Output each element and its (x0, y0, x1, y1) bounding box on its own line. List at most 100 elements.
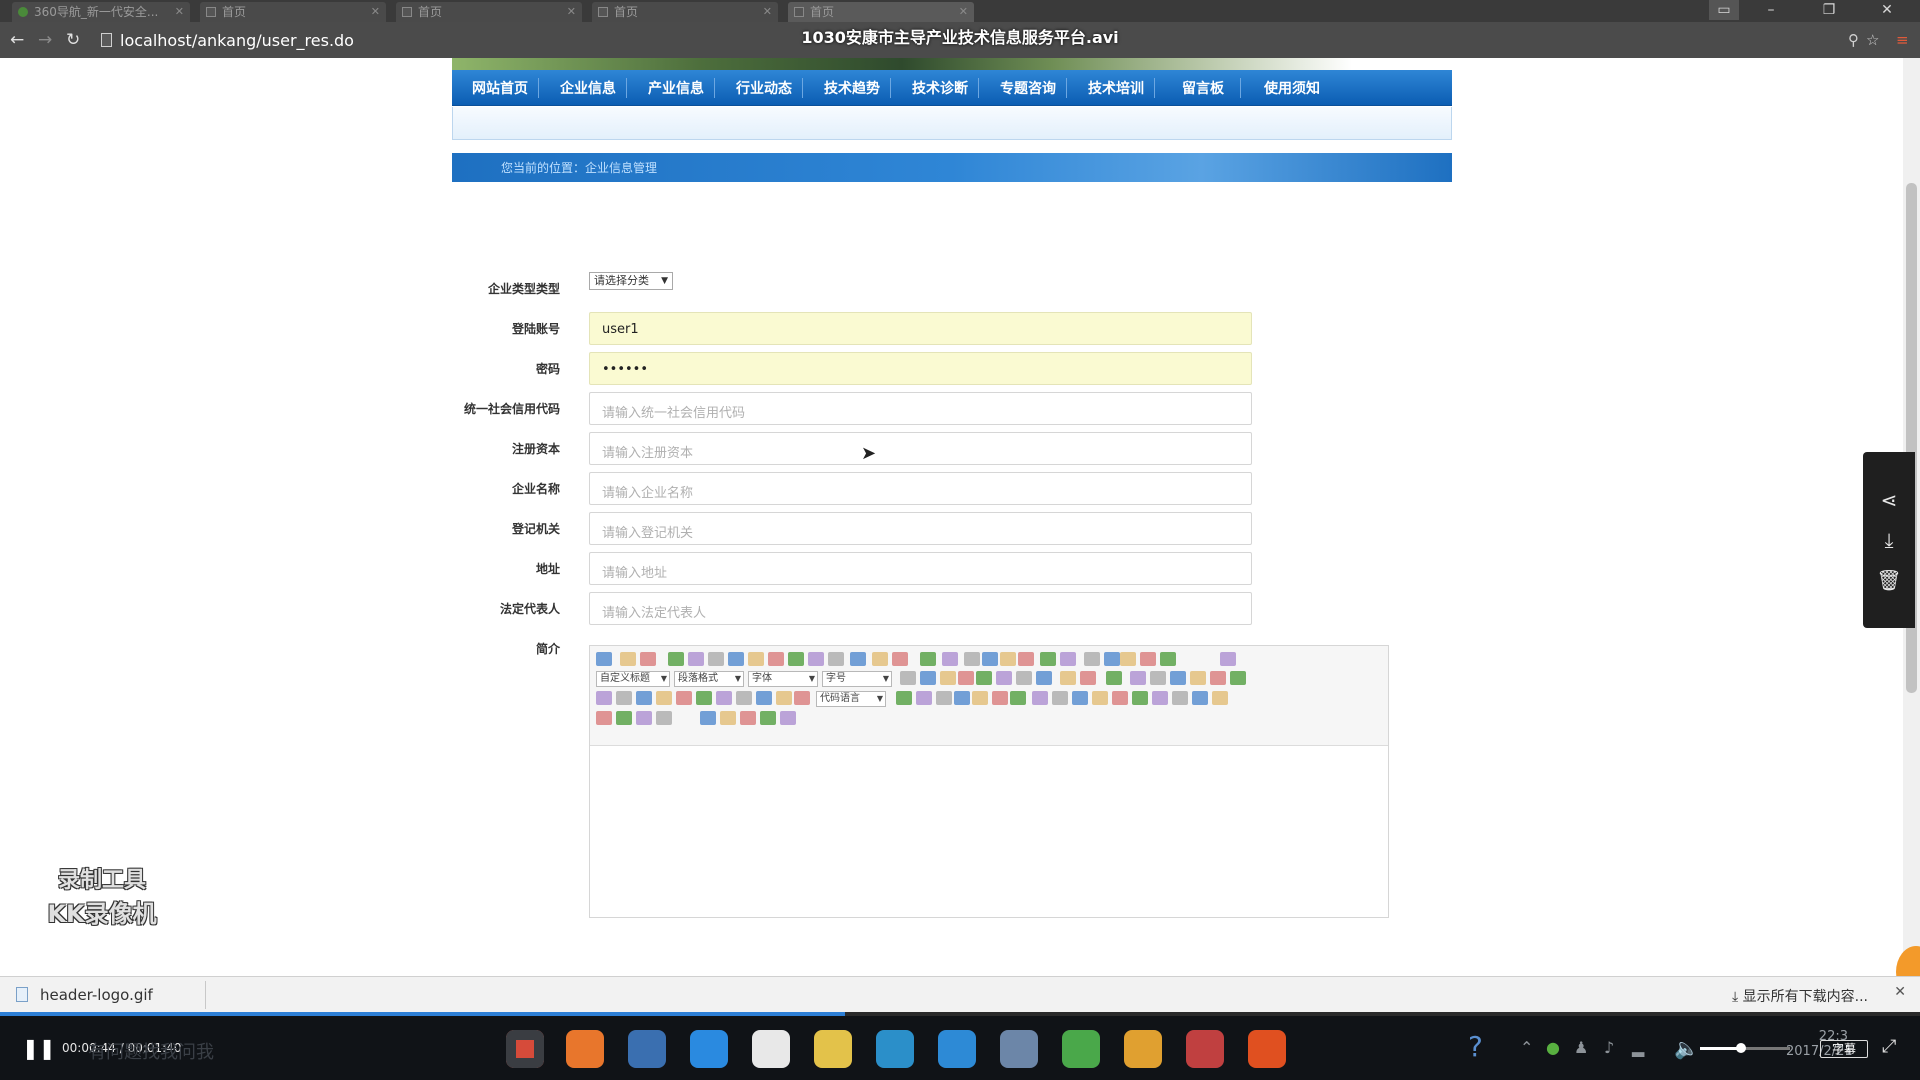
editor-toolbar-button-icon[interactable] (1210, 671, 1226, 685)
w-icon[interactable] (938, 1030, 976, 1068)
editor-toolbar-button-icon[interactable] (720, 711, 736, 725)
editor-toolbar-button-icon[interactable] (696, 691, 712, 705)
editor-toolbar-button-icon[interactable] (616, 711, 632, 725)
type-select[interactable]: 请选择分类 ▼ (589, 272, 673, 290)
close-tab-icon[interactable]: ✕ (371, 2, 380, 22)
registration-authority-input[interactable]: 请输入登记机关 (589, 512, 1252, 545)
font-select[interactable]: 字体 ▼ (748, 671, 818, 687)
editor-toolbar-button-icon[interactable] (1016, 671, 1032, 685)
editor-toolbar-button-icon[interactable] (1040, 652, 1056, 666)
address-input[interactable]: 请输入地址 (589, 552, 1252, 585)
chrome-icon[interactable] (506, 1030, 544, 1068)
editor-toolbar-button-icon[interactable] (958, 671, 974, 685)
editor-toolbar-button-icon[interactable] (656, 711, 672, 725)
editor-toolbar-button-icon[interactable] (1080, 671, 1096, 685)
code-icon[interactable] (1000, 1030, 1038, 1068)
editor-toolbar-button-icon[interactable] (892, 652, 908, 666)
editor-toolbar-button-icon[interactable] (940, 671, 956, 685)
book-icon[interactable] (1186, 1030, 1224, 1068)
browser-tab[interactable]: 首页 ✕ (200, 2, 386, 22)
tray-security-icon[interactable]: ● (1546, 1038, 1560, 1057)
company-name-input[interactable]: 请输入企业名称 (589, 472, 1252, 505)
nav-item-industry[interactable]: 产业信息 (648, 78, 704, 98)
editor-toolbar-button-icon[interactable] (808, 652, 824, 666)
editor-toolbar-button-icon[interactable] (776, 691, 792, 705)
editor-toolbar-button-icon[interactable] (1060, 652, 1076, 666)
editor-toolbar-button-icon[interactable] (760, 711, 776, 725)
tray-network-icon[interactable]: ▂ (1632, 1038, 1644, 1057)
editor-toolbar-button-icon[interactable] (1120, 652, 1136, 666)
editor-toolbar-button-icon[interactable] (1052, 691, 1068, 705)
show-all-downloads-link[interactable]: ⤓ 显示所有下载内容... (1732, 986, 1868, 1006)
share-icon[interactable]: ⋖ (1863, 480, 1915, 520)
browser-tab[interactable]: 首页 ✕ (396, 2, 582, 22)
editor-toolbar-button-icon[interactable] (920, 671, 936, 685)
editor-toolbar-button-icon[interactable] (768, 652, 784, 666)
download-item[interactable]: header-logo.gif (6, 981, 206, 1009)
code-language-select[interactable]: 代码语言 ▼ (816, 691, 886, 707)
editor-toolbar-button-icon[interactable] (896, 691, 912, 705)
editor-toolbar-button-icon[interactable] (620, 652, 636, 666)
password-input[interactable]: •••••• (589, 352, 1252, 385)
editor-toolbar-button-icon[interactable] (942, 652, 958, 666)
editor-toolbar-button-icon[interactable] (794, 691, 810, 705)
nav-item-home[interactable]: 网站首页 (472, 78, 528, 98)
nav-item-training[interactable]: 技术培训 (1088, 78, 1144, 98)
store-icon[interactable] (752, 1030, 790, 1068)
nav-item-trends[interactable]: 技术趋势 (824, 78, 880, 98)
editor-toolbar-button-icon[interactable] (1132, 691, 1148, 705)
custom-title-select[interactable]: 自定义标题 ▼ (596, 671, 670, 687)
paragraph-select[interactable]: 段落格式 ▼ (674, 671, 744, 687)
editor-toolbar-button-icon[interactable] (828, 652, 844, 666)
nav-item-news[interactable]: 行业动态 (736, 78, 792, 98)
editor-toolbar-button-icon[interactable] (1010, 691, 1026, 705)
close-tab-icon[interactable]: ✕ (567, 2, 576, 22)
editor-toolbar-button-icon[interactable] (954, 691, 970, 705)
editor-toolbar-button-icon[interactable] (1000, 652, 1016, 666)
editor-toolbar-button-icon[interactable] (728, 652, 744, 666)
editor-toolbar-button-icon[interactable] (708, 652, 724, 666)
volume-slider[interactable] (1700, 1043, 1790, 1053)
editor-toolbar-button-icon[interactable] (596, 652, 612, 666)
editor-toolbar-button-icon[interactable] (676, 691, 692, 705)
close-tab-icon[interactable]: ✕ (959, 2, 968, 22)
browser-icon[interactable] (628, 1030, 666, 1068)
help-icon[interactable]: ? (1468, 1030, 1483, 1063)
tray-up-icon[interactable]: ⌃ (1520, 1038, 1533, 1057)
editor-toolbar-button-icon[interactable] (1190, 671, 1206, 685)
delete-icon[interactable]: 🗑 (1863, 560, 1915, 600)
editor-toolbar-button-icon[interactable] (756, 691, 772, 705)
capital-input[interactable]: 请输入注册资本 (589, 432, 1252, 465)
editor-toolbar-button-icon[interactable] (1072, 691, 1088, 705)
editor-toolbar-button-icon[interactable] (636, 711, 652, 725)
editor-toolbar-button-icon[interactable] (1192, 691, 1208, 705)
close-tab-icon[interactable]: ✕ (175, 2, 184, 22)
editor-toolbar-button-icon[interactable] (972, 691, 988, 705)
editor-toolbar-button-icon[interactable] (780, 711, 796, 725)
leaf-icon[interactable] (1062, 1030, 1100, 1068)
editor-toolbar-button-icon[interactable] (916, 691, 932, 705)
editor-toolbar-button-icon[interactable] (996, 671, 1012, 685)
tray-speaker-icon[interactable]: ♪ (1604, 1038, 1614, 1057)
nav-item-diagnosis[interactable]: 技术诊断 (912, 78, 968, 98)
editor-toolbar-button-icon[interactable] (1106, 671, 1122, 685)
editor-toolbar-button-icon[interactable] (656, 691, 672, 705)
editor-toolbar-button-icon[interactable] (596, 711, 612, 725)
close-download-bar-icon[interactable]: ✕ (1894, 984, 1906, 1000)
editor-toolbar-button-icon[interactable] (982, 652, 998, 666)
editor-toolbar-button-icon[interactable] (636, 691, 652, 705)
editor-toolbar-button-icon[interactable] (1092, 691, 1108, 705)
editor-toolbar-button-icon[interactable] (1140, 652, 1156, 666)
editor-toolbar-button-icon[interactable] (596, 691, 612, 705)
editor-toolbar-button-icon[interactable] (900, 671, 916, 685)
editor-toolbar-button-icon[interactable] (1036, 671, 1052, 685)
editor-toolbar-button-icon[interactable] (716, 691, 732, 705)
editor-toolbar-button-icon[interactable] (1230, 671, 1246, 685)
credit-code-input[interactable]: 请输入统一社会信用代码 (589, 392, 1252, 425)
editor-toolbar-button-icon[interactable] (748, 652, 764, 666)
fullscreen-icon[interactable]: ⤢ (1882, 1036, 1896, 1057)
editor-toolbar-button-icon[interactable] (964, 652, 980, 666)
editor-toolbar-button-icon[interactable] (850, 652, 866, 666)
editor-toolbar-button-icon[interactable] (992, 691, 1008, 705)
browser-tab[interactable]: 首页 ✕ (592, 2, 778, 22)
